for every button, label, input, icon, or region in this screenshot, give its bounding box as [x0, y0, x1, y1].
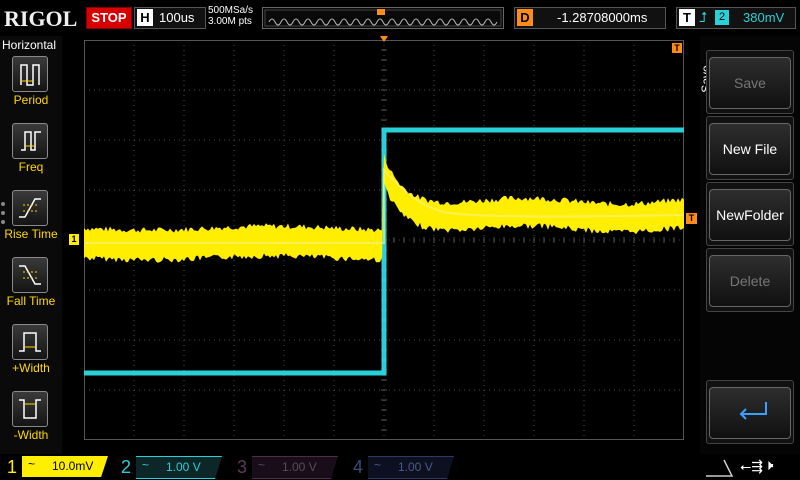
- waveform-traces: [84, 127, 684, 376]
- ch1-offset-marker[interactable]: 1: [69, 234, 79, 245]
- fall-time-icon: [12, 257, 48, 293]
- delay-value: -1.28708000ms: [557, 10, 648, 25]
- channel-number: 1: [6, 457, 17, 477]
- trigger-label: T: [679, 9, 695, 26]
- negative-width-icon: [12, 391, 48, 427]
- frequency-icon: [12, 123, 48, 159]
- channel-scale: 1.00 V: [166, 460, 201, 474]
- period-icon: [12, 56, 48, 92]
- channel-scale: 1.00 V: [398, 460, 433, 474]
- new-folder-button[interactable]: NewFolder: [706, 182, 794, 246]
- trigger-position-marker[interactable]: T: [672, 43, 682, 53]
- delay-display[interactable]: D -1.28708000ms: [514, 7, 666, 29]
- rise-time-icon: [12, 190, 48, 226]
- measure-frequency-button[interactable]: Freq: [0, 123, 62, 185]
- channel-scale: 10.0mV: [52, 459, 94, 473]
- usb-icon: ⭠⇶: [740, 458, 763, 474]
- timebase-value: 100us: [159, 10, 195, 25]
- trigger-level: 380mV: [743, 10, 785, 25]
- frequency-label: Freq: [18, 160, 44, 174]
- top-status-bar: RIGOL STOP H 100us 500MSa/s 3.00M pts D …: [0, 0, 800, 36]
- trigger-display[interactable]: T ⮥ 2 380mV: [676, 7, 796, 29]
- run-stop-indicator[interactable]: STOP: [86, 7, 132, 29]
- trigger-time-arrow-icon: [380, 36, 388, 42]
- channel-4-status[interactable]: 4 ~ 1.00 V: [350, 456, 460, 479]
- trigger-source: 2: [715, 10, 729, 25]
- measure-positive-width-button[interactable]: +Width: [0, 324, 62, 386]
- memory-depth: 3.00M pts: [208, 16, 252, 27]
- ac-coupling-icon: ~: [142, 458, 150, 472]
- ac-coupling-icon: ~: [28, 457, 36, 471]
- memory-overview-bar[interactable]: [262, 7, 504, 29]
- save-menu: Save Save New File NewFolder Delete: [699, 36, 800, 454]
- new-folder-label: NewFolder: [709, 189, 791, 241]
- fall-time-label: Fall Time: [6, 294, 56, 308]
- measure-negative-width-button[interactable]: -Width: [0, 391, 62, 453]
- sidebar-title: Horizontal: [2, 38, 57, 52]
- trigger-level-marker[interactable]: T: [686, 213, 697, 224]
- channel-status-bar: 1 ~ 10.0mV 2 ~ 1.00 V 3 ~ 1.00 V 4 ~ 1.0…: [0, 454, 800, 480]
- waveform-display[interactable]: [84, 40, 684, 440]
- sample-rate: 500MSa/s: [208, 5, 254, 16]
- delete-label: Delete: [709, 255, 791, 307]
- negative-width-label: -Width: [13, 428, 49, 442]
- ac-coupling-icon: ~: [258, 458, 266, 472]
- navigation-arrow-icon[interactable]: [704, 456, 734, 478]
- delete-button[interactable]: Delete: [706, 248, 794, 312]
- measure-rise-time-button[interactable]: Rise Time: [0, 190, 62, 252]
- rise-time-label: Rise Time: [4, 227, 58, 241]
- channel-3-status[interactable]: 3 ~ 1.00 V: [234, 456, 344, 479]
- positive-width-label: +Width: [12, 361, 50, 375]
- new-file-label: New File: [709, 123, 791, 175]
- channel-scale: 1.00 V: [282, 460, 317, 474]
- memory-waveform-thumbnail: [264, 9, 502, 27]
- acquisition-info: 500MSa/s 3.00M pts: [208, 5, 253, 27]
- channel-1-status[interactable]: 1 ~ 10.0mV: [4, 456, 114, 478]
- measurement-sidebar: Horizontal Period Freq Rise Time Fall Ti…: [0, 36, 62, 454]
- positive-width-icon: [12, 324, 48, 360]
- brand-logo: RIGOL: [4, 6, 78, 31]
- channel-number: 3: [236, 457, 247, 477]
- delay-label: D: [517, 9, 533, 26]
- enter-button[interactable]: [706, 380, 794, 444]
- period-label: Period: [13, 93, 49, 107]
- save-button-label: Save: [709, 57, 791, 109]
- rising-edge-icon: ⮥: [699, 9, 708, 25]
- channel-2-status[interactable]: 2 ~ 1.00 V: [118, 456, 228, 479]
- ac-coupling-icon: ~: [374, 458, 382, 472]
- measure-period-button[interactable]: Period: [0, 56, 62, 118]
- mute-icon[interactable]: 🕨: [764, 457, 773, 474]
- new-file-button[interactable]: New File: [706, 116, 794, 180]
- timebase-display[interactable]: H 100us: [134, 7, 206, 29]
- memory-trigger-position-icon: [377, 9, 385, 15]
- save-button[interactable]: Save: [706, 50, 794, 114]
- measure-fall-time-button[interactable]: Fall Time: [0, 257, 62, 319]
- timebase-label: H: [137, 9, 153, 26]
- channel-number: 2: [120, 457, 131, 477]
- channel-number: 4: [352, 457, 363, 477]
- enter-icon: [739, 402, 767, 420]
